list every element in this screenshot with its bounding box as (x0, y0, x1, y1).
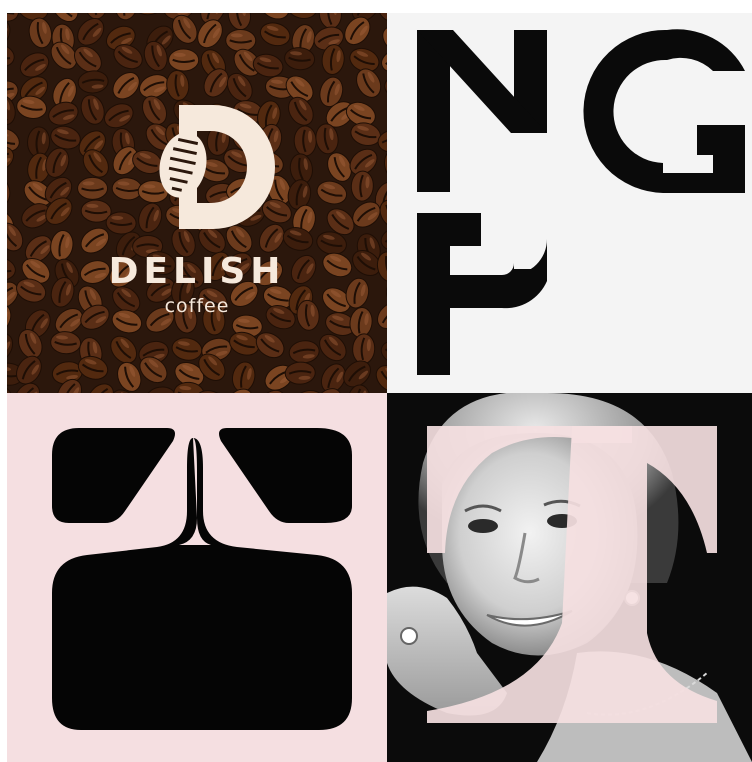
delish-coffee-tile: DELISH coffee (7, 13, 387, 393)
brand-subtitle: coffee (164, 295, 230, 317)
ngp-logo-tile (387, 13, 752, 393)
abstract-shape-tile (7, 393, 387, 762)
black-abstract-mark-icon (52, 428, 352, 730)
portrait-logo-tile (387, 393, 752, 762)
ngp-letters-logo (417, 29, 745, 375)
logo-collage-grid: DELISH coffee (0, 0, 752, 762)
letter-n-shape (417, 30, 547, 192)
brand-name: DELISH (108, 251, 286, 292)
delish-d-logo-icon (159, 105, 275, 229)
letter-p-shape (417, 213, 547, 375)
portrait-photo-image (387, 393, 752, 762)
